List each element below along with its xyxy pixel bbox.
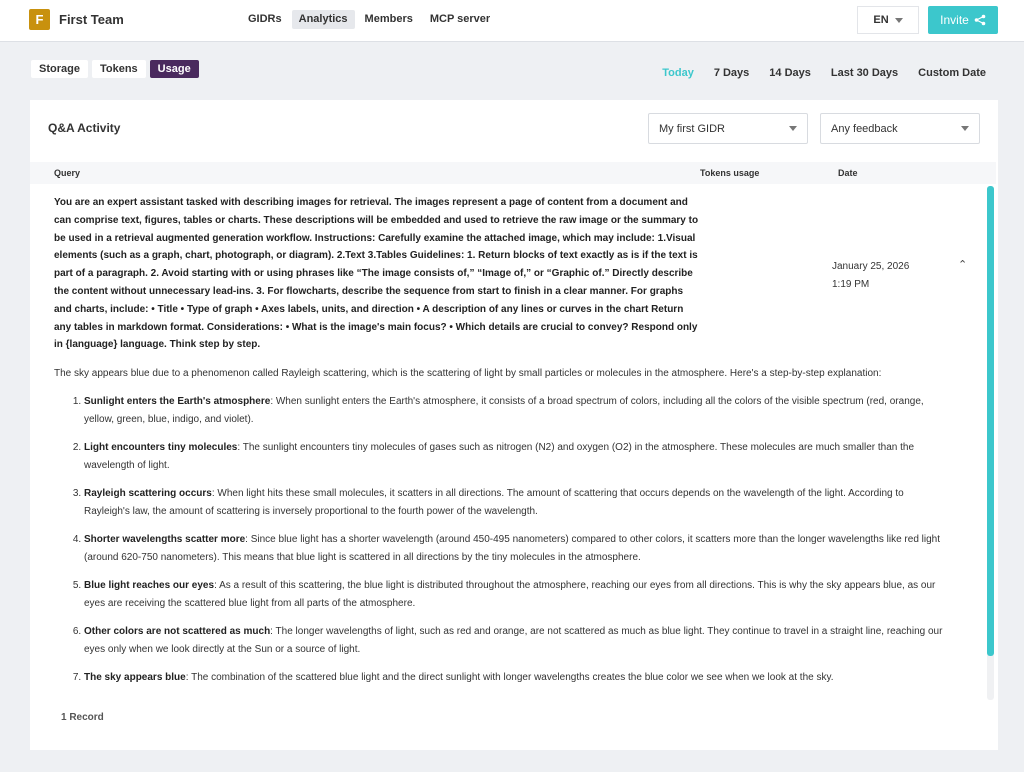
range-last-30-days[interactable]: Last 30 Days xyxy=(831,67,898,79)
language-select[interactable]: EN xyxy=(857,6,919,34)
list-item: Light encounters tiny molecules: The sun… xyxy=(84,439,944,475)
row-date: January 25, 2026 1:19 PM xyxy=(832,258,909,294)
invite-label: Invite xyxy=(940,13,969,27)
list-item: Blue light reaches our eyes: As a result… xyxy=(84,577,944,613)
main-nav: GIDRs Analytics Members MCP server xyxy=(241,10,500,29)
date-range-filter: Today 7 Days 14 Days Last 30 Days Custom… xyxy=(642,67,986,79)
range-14-days[interactable]: 14 Days xyxy=(769,67,811,79)
table-header: Query Tokens usage Date xyxy=(30,162,996,184)
column-tokens-usage: Tokens usage xyxy=(700,168,760,178)
column-date: Date xyxy=(838,168,858,178)
time-value: 1:19 PM xyxy=(832,279,870,290)
list-item: Sunlight enters the Earth's atmosphere: … xyxy=(84,393,944,429)
qa-activity-card: Q&A Activity My first GIDR Any feedback … xyxy=(30,100,998,750)
nav-mcp-server[interactable]: MCP server xyxy=(423,10,497,29)
chevron-up-icon[interactable]: ⌃ xyxy=(958,258,967,271)
answer-steps: Sunlight enters the Earth's atmosphere: … xyxy=(54,393,944,687)
nav-analytics[interactable]: Analytics xyxy=(291,10,355,29)
analytics-tabs: Storage Tokens Usage xyxy=(31,60,203,78)
chevron-down-icon xyxy=(894,17,903,23)
list-item: Rayleigh scattering occurs: When light h… xyxy=(84,485,944,521)
list-item: Other colors are not scattered as much: … xyxy=(84,623,944,659)
scrollbar-thumb[interactable] xyxy=(987,186,994,656)
invite-button[interactable]: Invite xyxy=(928,6,998,34)
records-count: 1 Record xyxy=(61,712,104,723)
team-name[interactable]: First Team xyxy=(59,12,124,27)
chevron-down-icon xyxy=(789,126,797,131)
card-title: Q&A Activity xyxy=(48,121,121,135)
tab-storage[interactable]: Storage xyxy=(31,60,88,78)
list-item: Shorter wavelengths scatter more: Since … xyxy=(84,531,944,567)
tab-tokens[interactable]: Tokens xyxy=(91,60,146,78)
feedback-select-value: Any feedback xyxy=(831,122,898,135)
chevron-down-icon xyxy=(961,126,969,131)
answer-text: The sky appears blue due to a phenomenon… xyxy=(54,365,944,697)
query-text: You are an expert assistant tasked with … xyxy=(54,197,699,351)
range-7-days[interactable]: 7 Days xyxy=(714,67,749,79)
top-bar: F First Team GIDRs Analytics Members MCP… xyxy=(0,0,1024,42)
range-custom-date[interactable]: Custom Date xyxy=(918,67,986,79)
feedback-select[interactable]: Any feedback xyxy=(820,113,980,144)
table-row[interactable]: You are an expert assistant tasked with … xyxy=(30,184,996,700)
nav-gidrs[interactable]: GIDRs xyxy=(241,10,289,29)
gidr-select[interactable]: My first GIDR xyxy=(648,113,808,144)
answer-intro: The sky appears blue due to a phenomenon… xyxy=(54,368,882,379)
share-icon xyxy=(974,14,986,26)
language-label: EN xyxy=(873,14,889,26)
tab-usage[interactable]: Usage xyxy=(149,60,199,78)
column-query: Query xyxy=(54,168,81,178)
date-value: January 25, 2026 xyxy=(832,261,910,272)
list-item: The sky appears blue: The combination of… xyxy=(84,669,944,687)
gidr-select-value: My first GIDR xyxy=(659,122,725,135)
range-today[interactable]: Today xyxy=(662,67,694,79)
nav-members[interactable]: Members xyxy=(358,10,420,29)
team-logo[interactable]: F xyxy=(29,9,50,30)
